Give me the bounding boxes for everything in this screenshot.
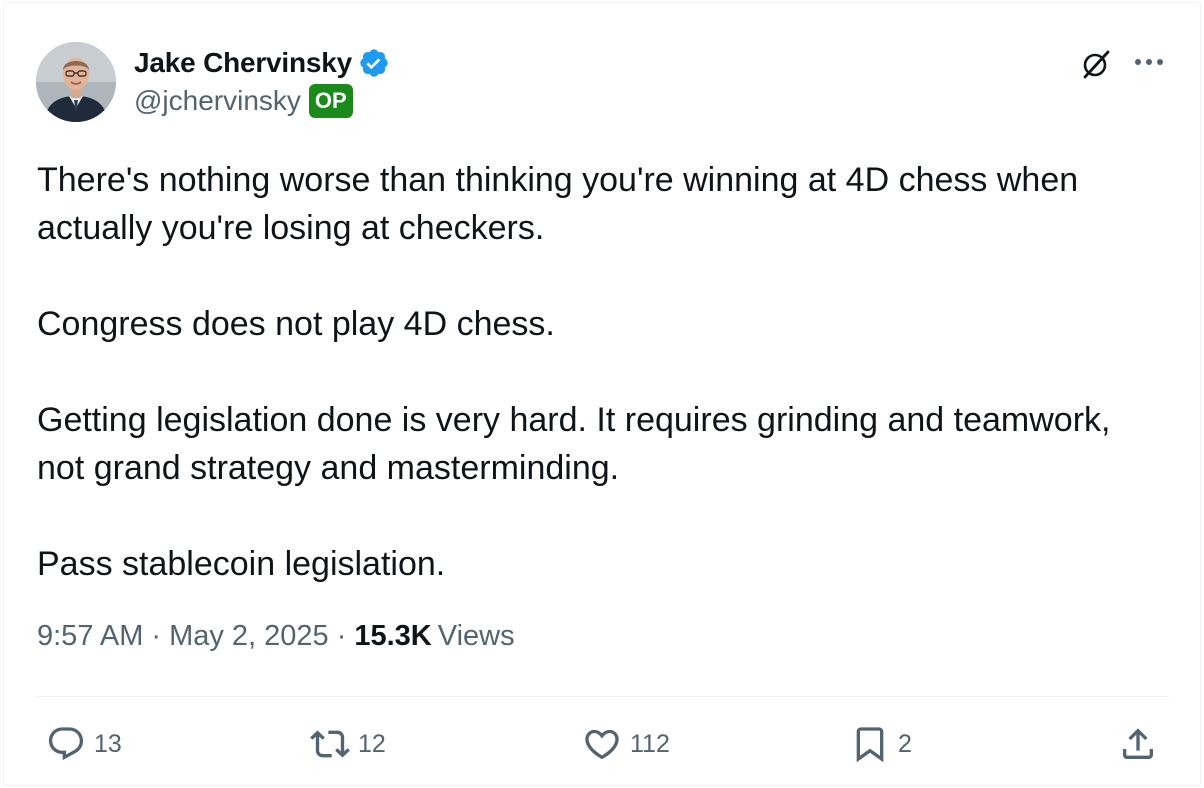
bookmark-count: 2 bbox=[898, 729, 912, 758]
meta-separator: · bbox=[151, 620, 162, 652]
bookmark-icon bbox=[856, 727, 884, 763]
repost-button[interactable]: 12 bbox=[310, 724, 386, 764]
heart-icon bbox=[585, 729, 619, 760]
tweet-date[interactable]: May 2, 2025 bbox=[169, 620, 329, 653]
like-button[interactable]: 112 bbox=[582, 724, 670, 764]
author-display-name[interactable]: Jake Chervinsky bbox=[134, 47, 352, 79]
tweet-meta: 9:57 AM · May 2, 2025 · 15.3K Views bbox=[37, 620, 515, 653]
tweet-paragraph: Getting legislation done is very hard. I… bbox=[37, 401, 1111, 487]
more-dots-icon[interactable] bbox=[1132, 50, 1166, 74]
author-handle[interactable]: @jchervinsky bbox=[134, 85, 301, 117]
bookmark-button[interactable]: 2 bbox=[850, 724, 912, 764]
views-label[interactable]: Views bbox=[438, 620, 515, 653]
tweet-paragraph: There's nothing worse than thinking you'… bbox=[37, 161, 1079, 247]
divider bbox=[37, 696, 1169, 697]
author-name-row: Jake Chervinsky bbox=[134, 44, 390, 82]
share-button[interactable] bbox=[1118, 724, 1166, 764]
author-handle-row: @jchervinsky OP bbox=[134, 84, 353, 118]
tweet-text: There's nothing worse than thinking you'… bbox=[37, 156, 1167, 588]
grok-slash-icon[interactable] bbox=[1080, 48, 1112, 80]
repost-count: 12 bbox=[358, 729, 386, 758]
avatar[interactable] bbox=[36, 42, 116, 122]
reply-button[interactable]: 13 bbox=[46, 724, 122, 764]
reply-bubble-icon bbox=[48, 727, 84, 761]
tweet-paragraph: Congress does not play 4D chess. bbox=[37, 305, 555, 343]
avatar-image bbox=[36, 42, 116, 122]
like-count: 112 bbox=[630, 729, 670, 758]
reply-count: 13 bbox=[94, 729, 122, 758]
op-badge: OP bbox=[308, 84, 353, 118]
meta-separator: · bbox=[336, 620, 347, 652]
share-upload-icon bbox=[1123, 728, 1153, 759]
tweet-paragraph: Pass stablecoin legislation. bbox=[37, 545, 446, 583]
tweet-time[interactable]: 9:57 AM bbox=[37, 620, 143, 653]
views-count[interactable]: 15.3K bbox=[354, 620, 431, 653]
repost-arrows-icon bbox=[310, 730, 350, 758]
verified-badge-icon[interactable] bbox=[358, 47, 390, 79]
